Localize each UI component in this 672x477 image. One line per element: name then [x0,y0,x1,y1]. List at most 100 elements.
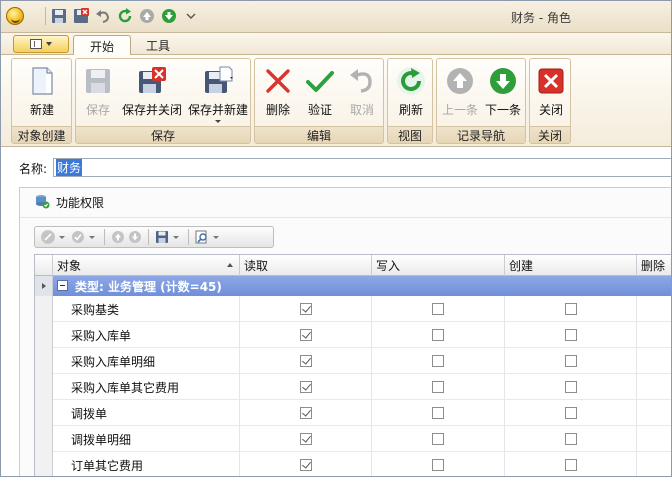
qat-next-icon[interactable] [160,7,178,25]
write-checkbox[interactable] [432,407,444,419]
read-checkbox[interactable] [299,433,312,445]
write-cell [372,322,505,348]
read-checkbox[interactable] [299,381,312,393]
table-row[interactable]: 采购入库单 [35,322,671,348]
create-checkbox[interactable] [564,303,577,315]
create-checkbox[interactable] [564,381,577,393]
save-button[interactable]: 保存 [80,61,116,125]
save-and-new-button[interactable]: 保存并新建 [186,61,250,125]
new-button[interactable]: 新建 [19,61,65,125]
column-header-object[interactable]: 对象 [53,255,240,276]
table-row[interactable]: 调拨单明细 [35,426,671,452]
refresh-icon [395,65,427,97]
grid-move-up-icon[interactable] [111,230,125,244]
row-indicator [35,374,53,400]
qat-customize-icon[interactable] [182,7,200,25]
write-checkbox[interactable] [432,459,444,471]
create-checkbox[interactable] [564,433,577,445]
qat-undo-icon[interactable] [94,7,112,25]
group-row[interactable]: 类型: 业务管理 (计数=45) [35,276,671,296]
create-cell [505,426,637,452]
toolbar-separator [104,229,105,245]
table-row[interactable]: 采购入库单其它费用 [35,374,671,400]
create-cell [505,452,637,476]
next-record-button[interactable]: 下一条 [482,61,524,125]
delete-button[interactable]: 删除 [259,61,297,125]
column-header-delete[interactable]: 删除 [637,255,671,276]
qat-save-close-icon[interactable] [72,7,90,25]
qat-refresh-icon[interactable] [116,7,134,25]
group-label: 类型: 业务管理 (计数=45) [75,279,222,294]
ribbon-group-label: 保存 [76,126,250,143]
new-button-label: 新建 [29,103,54,117]
write-checkbox[interactable] [432,433,444,445]
chevron-down-icon[interactable] [213,235,219,239]
grid-move-down-icon[interactable] [128,230,142,244]
write-checkbox[interactable] [432,355,444,367]
collapse-group-icon[interactable] [57,280,68,291]
application-menu-button[interactable] [13,35,69,53]
create-checkbox[interactable] [564,329,577,341]
name-input[interactable]: 财务 [53,158,671,177]
column-header-write[interactable]: 写入 [372,255,505,276]
delete-icon [262,65,294,97]
create-checkbox[interactable] [564,355,577,367]
qat-save-icon[interactable] [50,7,68,25]
read-cell [240,322,372,348]
chevron-down-icon[interactable] [59,235,65,239]
cancel-button[interactable]: 取消 [343,61,381,125]
read-cell [240,374,372,400]
write-checkbox[interactable] [432,381,444,393]
read-checkbox[interactable] [299,407,312,419]
save-new-icon [202,65,234,97]
row-indicator [35,400,53,426]
chevron-down-icon [46,42,52,46]
table-row[interactable]: 采购基类 [35,296,671,322]
save-and-close-button[interactable]: 保存并关闭 [120,61,184,125]
arrow-down-icon [487,65,519,97]
object-cell: 订单其它费用 [53,452,240,476]
read-checkbox[interactable] [299,329,312,341]
write-cell [372,400,505,426]
table-row[interactable]: 采购入库单明细 [35,348,671,374]
panel-header[interactable]: 功能权限 [20,188,671,218]
function-permissions-panel: 功能权限 对象 读取 写入 创建 删除 类型: 业务管理 (计数=45) 采购基… [19,187,671,476]
grid-cancel-icon[interactable] [41,230,55,244]
app-logo-icon[interactable] [6,7,24,25]
name-input-value: 财务 [56,159,83,176]
undo-icon [346,65,378,97]
table-row[interactable]: 调拨单 [35,400,671,426]
quick-access-toolbar [45,7,200,27]
panel-title: 功能权限 [56,196,105,210]
qat-previous-icon[interactable] [138,7,156,25]
read-checkbox[interactable] [299,355,312,367]
grid-find-icon[interactable] [195,230,209,244]
create-checkbox[interactable] [564,407,577,419]
grid-check-icon[interactable] [71,230,85,244]
ribbon-group-label: 编辑 [255,126,383,143]
read-cell [240,452,372,476]
write-cell [372,426,505,452]
delete-cell [637,348,671,374]
ribbon-group-label: 记录导航 [437,126,525,143]
ribbon-group-save: 保存 保存并关闭 保存并新建 保存 [75,58,251,144]
previous-record-button[interactable]: 上一条 [439,61,481,125]
tab-tools[interactable]: 工具 [129,35,187,56]
read-checkbox[interactable] [299,303,312,315]
permissions-icon [34,193,50,212]
write-checkbox[interactable] [432,303,444,315]
close-button[interactable]: 关闭 [532,61,570,125]
grid-save-icon[interactable] [155,230,169,244]
write-checkbox[interactable] [432,329,444,341]
refresh-button[interactable]: 刷新 [392,61,430,125]
create-checkbox[interactable] [564,459,577,471]
column-header-read[interactable]: 读取 [240,255,372,276]
chevron-down-icon[interactable] [215,120,221,123]
table-row[interactable]: 订单其它费用 [35,452,671,476]
chevron-down-icon[interactable] [89,235,95,239]
read-checkbox[interactable] [299,459,312,471]
chevron-down-icon[interactable] [173,235,179,239]
tab-home[interactable]: 开始 [73,35,131,56]
column-header-create[interactable]: 创建 [505,255,637,276]
validate-button[interactable]: 验证 [300,61,340,125]
